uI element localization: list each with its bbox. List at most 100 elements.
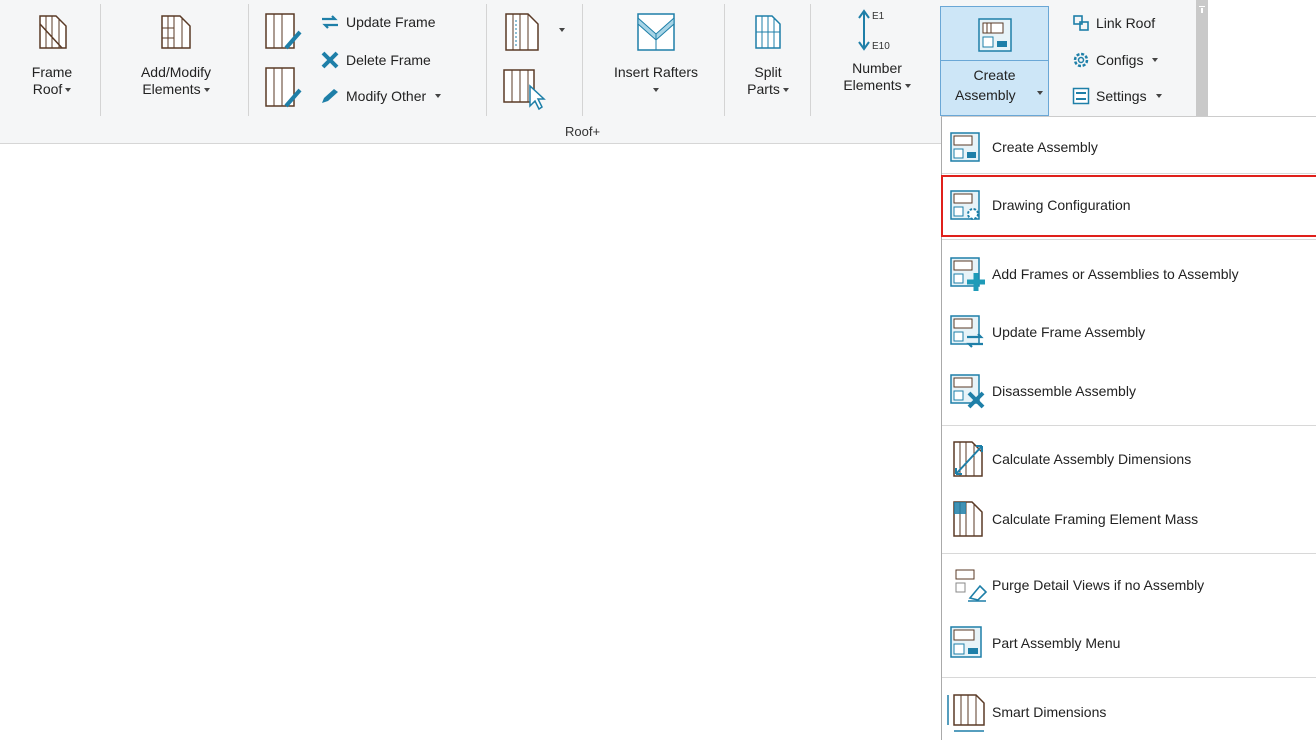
menu-item-label: Update Frame Assembly	[992, 324, 1146, 340]
frame-roof-button[interactable]: Frame Roof	[20, 8, 84, 116]
divider	[724, 4, 725, 116]
split-parts-label-2: Parts	[747, 81, 780, 97]
chevron-down-icon	[435, 94, 442, 98]
number-icon-wrap: E1 E10	[824, 8, 930, 56]
menu-item-label: Smart Dimensions	[992, 704, 1107, 720]
menu-item-label: Create Assembly	[992, 139, 1098, 155]
create-assembly-icon	[950, 132, 980, 162]
add-modify-elements-icon	[161, 15, 191, 49]
divider	[100, 4, 101, 116]
frame-edit-icon	[265, 13, 302, 50]
divider	[942, 677, 1316, 678]
split-parts-button[interactable]: Split Parts	[736, 8, 800, 116]
menu-item-label: Disassemble Assembly	[992, 383, 1136, 399]
highlight-box	[941, 175, 1316, 237]
smart-dimensions-icon	[947, 694, 985, 732]
update-assembly-icon	[950, 315, 984, 348]
split-parts-icon	[755, 15, 781, 49]
modify-other-label: Modify Other	[346, 88, 427, 104]
menu-item-label: Part Assembly Menu	[992, 635, 1121, 651]
chevron-down-icon	[1152, 58, 1159, 62]
divider	[942, 239, 1316, 240]
menu-item-calculate-dimensions[interactable]: Calculate Assembly Dimensions	[942, 434, 1316, 484]
frame-grid-icon[interactable]	[500, 10, 544, 54]
link-roof-button[interactable]: Link Roof	[1072, 14, 1155, 32]
menu-item-create-assembly[interactable]: Create Assembly	[942, 122, 1316, 172]
menu-item-add-frames[interactable]: Add Frames or Assemblies to Assembly	[942, 249, 1316, 299]
chevron-down-icon	[65, 88, 72, 93]
link-roof-label: Link Roof	[1096, 15, 1156, 31]
close-icon	[321, 51, 339, 69]
add-modify-elements-button[interactable]: Add/Modify Elements	[118, 8, 234, 116]
panel-label: Roof+	[565, 124, 601, 139]
modify-other-button[interactable]: Modify Other	[320, 87, 442, 105]
part-assembly-icon	[950, 626, 982, 658]
create-assembly-label-1: Create	[973, 67, 1016, 83]
divider	[486, 4, 487, 116]
settings-label: Settings	[1096, 88, 1147, 104]
number-elements-button[interactable]: E1 E10 Number Elements	[824, 8, 930, 116]
link-icon	[1073, 15, 1089, 31]
menu-item-label: Add Frames or Assemblies to Assembly	[992, 266, 1239, 282]
number-elements-label-2: Elements	[843, 77, 902, 93]
insert-rafters-button[interactable]: Insert Rafters	[598, 8, 714, 116]
divider	[248, 4, 249, 116]
delete-frame-label: Delete Frame	[346, 52, 431, 68]
create-assembly-icon	[978, 18, 1012, 52]
chevron-down-icon[interactable]	[559, 28, 565, 32]
divider	[582, 4, 583, 116]
menu-item-label: Calculate Assembly Dimensions	[992, 451, 1192, 467]
menu-item-label: Purge Detail Views if no Assembly	[992, 577, 1205, 593]
settings-button[interactable]: Settings	[1072, 87, 1162, 105]
divider	[810, 4, 811, 116]
rafters-icon	[637, 13, 675, 51]
chevron-down-icon	[653, 88, 659, 93]
frame-edit-icon	[265, 67, 302, 108]
create-assembly-label-2: Assembly	[955, 87, 1016, 103]
chevron-down-icon	[904, 84, 911, 89]
number-arrow-icon	[858, 9, 870, 51]
purge-icon	[955, 569, 988, 602]
frame-roof-label-2: Roof	[32, 81, 63, 97]
frame-roof-icon	[39, 15, 67, 49]
settings-icon	[1072, 87, 1090, 105]
mass-icon	[953, 501, 983, 537]
add-modify-label-2: Elements	[142, 81, 201, 97]
menu-item-purge-detail-views[interactable]: Purge Detail Views if no Assembly	[942, 560, 1316, 610]
dimensions-icon	[953, 441, 983, 477]
create-assembly-button[interactable]: Create Assembly	[940, 6, 1049, 116]
add-modify-label-1: Add/Modify	[140, 64, 212, 80]
frame-select-icon[interactable]	[500, 64, 548, 112]
delete-frame-button[interactable]: Delete Frame	[320, 51, 431, 69]
configs-label: Configs	[1096, 52, 1144, 68]
menu-item-calculate-mass[interactable]: Calculate Framing Element Mass	[942, 494, 1316, 544]
menu-item-update-frame-assembly[interactable]: Update Frame Assembly	[942, 307, 1316, 357]
menu-item-disassemble[interactable]: Disassemble Assembly	[942, 366, 1316, 416]
update-frame-label: Update Frame	[346, 14, 436, 30]
chevron-down-icon	[1155, 94, 1162, 98]
number-tag-top: E1	[872, 11, 885, 22]
menu-item-smart-dimensions[interactable]: Smart Dimensions	[942, 687, 1316, 737]
menu-item-label: Calculate Framing Element Mass	[992, 511, 1199, 527]
gear-icon	[1073, 52, 1089, 68]
ribbon-panel-pin[interactable]	[1196, 0, 1208, 121]
chevron-down-icon[interactable]	[1037, 91, 1043, 95]
disassemble-icon	[950, 374, 985, 409]
update-frame-button[interactable]: Update Frame	[320, 14, 435, 30]
refresh-arrows-icon	[322, 15, 338, 29]
split-divider	[941, 60, 1048, 61]
configs-button[interactable]: Configs	[1072, 51, 1159, 69]
number-tag-bottom: E10	[872, 41, 890, 52]
divider	[942, 425, 1316, 426]
insert-rafters-label: Insert Rafters	[613, 64, 699, 80]
number-elements-label-1: Number	[852, 60, 902, 76]
divider	[942, 173, 1316, 174]
pencil-icon	[322, 89, 338, 103]
add-to-assembly-icon	[950, 257, 985, 291]
frame-roof-label-1: Frame	[31, 64, 73, 80]
divider	[942, 553, 1316, 554]
chevron-down-icon	[203, 88, 210, 93]
chevron-down-icon	[782, 88, 789, 93]
menu-item-part-assembly-menu[interactable]: Part Assembly Menu	[942, 618, 1316, 668]
split-parts-label-1: Split	[754, 64, 782, 80]
